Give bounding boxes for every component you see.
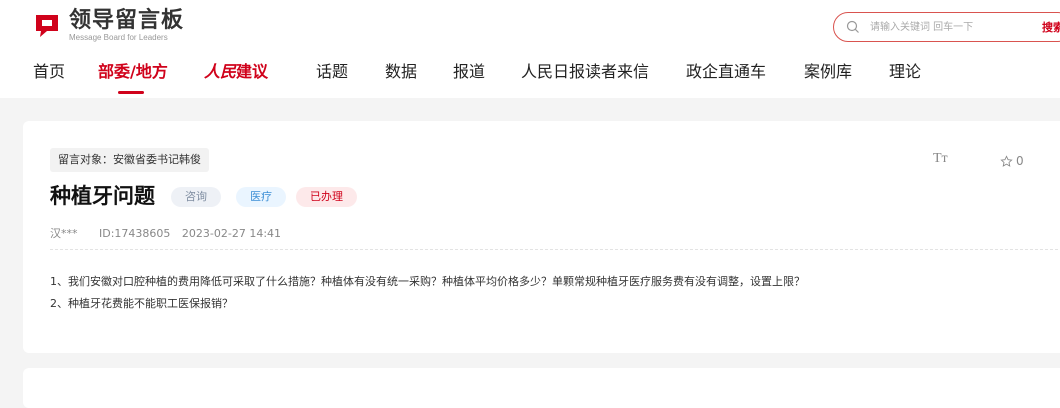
search-button[interactable]: 搜索 xyxy=(1042,19,1060,35)
search-box: 搜索 xyxy=(833,12,1060,42)
site-header: 领导留言板 Message Board for Leaders 搜索 首页 部委… xyxy=(0,0,1060,98)
star-icon xyxy=(1000,154,1013,167)
nav-item-enterprise[interactable]: 政企直通车 xyxy=(686,60,766,84)
logo-title: 领导留言板 xyxy=(69,7,185,33)
nav-item-suggestions-a: 人民 xyxy=(204,62,237,81)
content-line-1: 1、我们安徽对口腔种植的费用降低可采取了什么措施？种植体有没有统一采购？种植体平… xyxy=(50,275,805,288)
tag-status: 已办理 xyxy=(296,187,357,207)
nav-item-theory[interactable]: 理论 xyxy=(889,60,921,84)
tag-category: 医疗 xyxy=(236,187,286,207)
content-line-2: 2、种植牙花费能不能职工医保报销？ xyxy=(50,297,233,310)
message-target: 留言对象：安徽省委书记韩俊 xyxy=(50,148,209,172)
logo-mark-icon xyxy=(36,15,58,37)
nav-item-home[interactable]: 首页 xyxy=(33,60,65,84)
logo-subtitle: Message Board for Leaders xyxy=(69,32,168,42)
nav-item-suggestions-b: 建议 xyxy=(236,62,269,81)
message-author: 汉*** xyxy=(50,227,78,240)
divider xyxy=(50,249,1060,250)
message-content: 1、我们安徽对口腔种植的费用降低可采取了什么措施？种植体有没有统一采购？种植体平… xyxy=(50,271,805,315)
tag-type: 咨询 xyxy=(171,187,221,207)
nav-item-reports[interactable]: 报道 xyxy=(453,60,485,84)
nav-item-reader-letters[interactable]: 人民日报读者来信 xyxy=(521,60,649,84)
message-card: 留言对象：安徽省委书记韩俊 Tт 0 种植牙问题 咨询 医疗 已办理 汉*** … xyxy=(23,121,1060,353)
reply-card xyxy=(23,368,1060,408)
favorite-button[interactable]: 0 xyxy=(1000,154,1024,168)
search-icon xyxy=(846,20,859,33)
message-id: ID:17438605 xyxy=(99,227,171,240)
message-datetime: 2023-02-27 14:41 xyxy=(181,227,282,240)
nav-item-topics[interactable]: 话题 xyxy=(316,60,348,84)
font-size-icon[interactable]: Tт xyxy=(933,151,948,167)
site-logo[interactable]: 领导留言板 Message Board for Leaders xyxy=(33,7,185,42)
nav-item-data[interactable]: 数据 xyxy=(385,60,417,84)
message-title: 种植牙问题 xyxy=(50,184,155,208)
nav-item-suggestions[interactable]: 人民建议 xyxy=(204,60,268,84)
message-meta: 汉*** ID:17438605 2023-02-27 14:41 xyxy=(50,225,299,241)
nav-item-ministries[interactable]: 部委/地方 xyxy=(98,60,168,84)
favorite-count: 0 xyxy=(1016,154,1024,168)
search-input[interactable] xyxy=(868,20,1022,34)
nav-active-underline xyxy=(118,91,144,94)
nav-item-cases[interactable]: 案例库 xyxy=(804,60,852,84)
